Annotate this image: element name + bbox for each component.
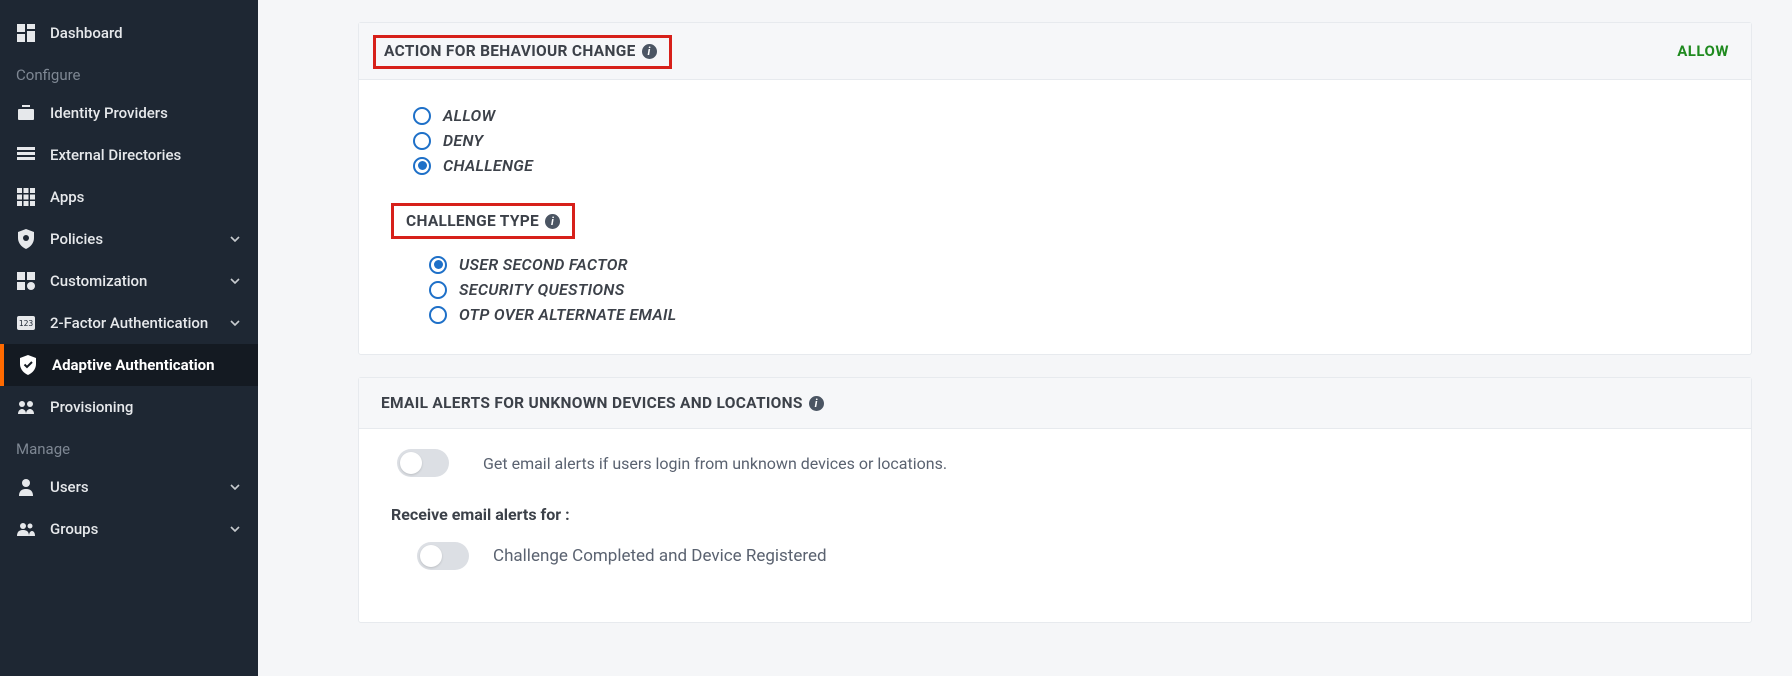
chevron-down-icon bbox=[228, 316, 242, 330]
sidebar-item-policies[interactable]: Policies bbox=[0, 218, 258, 260]
sidebar-item-provisioning[interactable]: Provisioning bbox=[0, 386, 258, 428]
dashboard-icon bbox=[16, 23, 36, 43]
radio-label: USER SECOND FACTOR bbox=[459, 255, 628, 274]
sidebar-item-groups[interactable]: Groups bbox=[0, 508, 258, 550]
radio-circle-icon bbox=[429, 306, 447, 324]
radio-circle-icon bbox=[429, 281, 447, 299]
toggle-row-challenge-completed: Challenge Completed and Device Registere… bbox=[411, 542, 1719, 570]
sidebar-item-label: 2-Factor Authentication bbox=[50, 314, 208, 332]
panel-email-alerts: EMAIL ALERTS FOR UNKNOWN DEVICES AND LOC… bbox=[358, 377, 1752, 623]
toggle-challenge-completed[interactable] bbox=[417, 542, 469, 570]
panel-title: EMAIL ALERTS FOR UNKNOWN DEVICES AND LOC… bbox=[381, 394, 803, 412]
chevron-down-icon bbox=[228, 480, 242, 494]
sidebar: Dashboard Configure Identity Providers E… bbox=[0, 0, 258, 676]
radio-circle-icon bbox=[429, 256, 447, 274]
radio-label: CHALLENGE bbox=[443, 156, 533, 175]
svg-text:123: 123 bbox=[19, 319, 34, 328]
toggle-row-email-alerts: Get email alerts if users login from unk… bbox=[391, 449, 1719, 477]
sidebar-item-users[interactable]: Users bbox=[0, 466, 258, 508]
grid-icon bbox=[16, 187, 36, 207]
radio-security-questions[interactable]: SECURITY QUESTIONS bbox=[429, 280, 1719, 299]
panel-body: ALLOW DENY CHALLENGE CHALLENGE TYPE i bbox=[359, 80, 1751, 354]
chevron-down-icon bbox=[228, 522, 242, 536]
radio-label: ALLOW bbox=[443, 106, 495, 125]
shield-check-icon bbox=[18, 355, 38, 375]
toggle-label: Get email alerts if users login from unk… bbox=[483, 454, 947, 473]
sidebar-item-dashboard[interactable]: Dashboard bbox=[0, 12, 258, 54]
sidebar-section-manage: Manage bbox=[0, 428, 258, 466]
radio-circle-icon bbox=[413, 107, 431, 125]
panel-action-behaviour: ACTION FOR BEHAVIOUR CHANGE i ALLOW ALLO… bbox=[358, 22, 1752, 355]
sidebar-item-adaptive-auth[interactable]: Adaptive Authentication bbox=[0, 344, 258, 386]
users-sync-icon bbox=[16, 397, 36, 417]
sidebar-item-label: Apps bbox=[50, 188, 84, 206]
briefcase-icon bbox=[16, 103, 36, 123]
sidebar-item-label: External Directories bbox=[50, 146, 181, 164]
sidebar-item-label: Users bbox=[50, 478, 89, 496]
radio-user-second-factor[interactable]: USER SECOND FACTOR bbox=[429, 255, 1719, 274]
sidebar-item-label: Policies bbox=[50, 230, 103, 248]
radio-group-challenge-type: USER SECOND FACTOR SECURITY QUESTIONS OT… bbox=[391, 255, 1719, 324]
receive-alerts-heading: Receive email alerts for : bbox=[391, 505, 1719, 524]
radio-label: DENY bbox=[443, 131, 483, 150]
sidebar-item-label: Dashboard bbox=[50, 24, 123, 42]
panel-title-highlight: ACTION FOR BEHAVIOUR CHANGE i bbox=[373, 35, 672, 69]
panel-header: ACTION FOR BEHAVIOUR CHANGE i ALLOW bbox=[359, 23, 1751, 80]
sidebar-section-configure: Configure bbox=[0, 54, 258, 92]
chevron-down-icon bbox=[228, 232, 242, 246]
radio-group-action: ALLOW DENY CHALLENGE bbox=[391, 106, 1719, 175]
radio-challenge[interactable]: CHALLENGE bbox=[413, 156, 1719, 175]
sidebar-item-apps[interactable]: Apps bbox=[0, 176, 258, 218]
sidebar-item-label: Provisioning bbox=[50, 398, 133, 416]
shield-search-icon bbox=[16, 229, 36, 249]
panel-body: Get email alerts if users login from unk… bbox=[359, 429, 1751, 622]
sidebar-item-identity-providers[interactable]: Identity Providers bbox=[0, 92, 258, 134]
radio-circle-icon bbox=[413, 132, 431, 150]
sidebar-item-label: Groups bbox=[50, 520, 98, 538]
toggle-label: Challenge Completed and Device Registere… bbox=[493, 546, 827, 566]
sidebar-item-2fa[interactable]: 123 2-Factor Authentication bbox=[0, 302, 258, 344]
radio-label: OTP OVER ALTERNATE EMAIL bbox=[459, 305, 677, 324]
radio-label: SECURITY QUESTIONS bbox=[459, 280, 625, 299]
main-content: ACTION FOR BEHAVIOUR CHANGE i ALLOW ALLO… bbox=[258, 0, 1792, 676]
radio-allow[interactable]: ALLOW bbox=[413, 106, 1719, 125]
radio-deny[interactable]: DENY bbox=[413, 131, 1719, 150]
challenge-type-label-highlight: CHALLENGE TYPE i bbox=[391, 203, 575, 239]
info-icon[interactable]: i bbox=[545, 214, 560, 229]
panel-header: EMAIL ALERTS FOR UNKNOWN DEVICES AND LOC… bbox=[359, 378, 1751, 429]
panel-title: ACTION FOR BEHAVIOUR CHANGE bbox=[384, 42, 636, 60]
toggle-email-alerts[interactable] bbox=[397, 449, 449, 477]
sidebar-item-customization[interactable]: Customization bbox=[0, 260, 258, 302]
info-icon[interactable]: i bbox=[642, 44, 657, 59]
info-icon[interactable]: i bbox=[809, 396, 824, 411]
radio-circle-icon bbox=[413, 157, 431, 175]
challenge-type-label: CHALLENGE TYPE bbox=[406, 212, 539, 230]
panel-title-wrap: EMAIL ALERTS FOR UNKNOWN DEVICES AND LOC… bbox=[381, 394, 824, 412]
keypad-icon: 123 bbox=[16, 313, 36, 333]
group-icon bbox=[16, 519, 36, 539]
chevron-down-icon bbox=[228, 274, 242, 288]
sidebar-item-external-directories[interactable]: External Directories bbox=[0, 134, 258, 176]
list-icon bbox=[16, 145, 36, 165]
sidebar-item-label: Customization bbox=[50, 272, 147, 290]
radio-otp-alternate-email[interactable]: OTP OVER ALTERNATE EMAIL bbox=[429, 305, 1719, 324]
user-icon bbox=[16, 477, 36, 497]
puzzle-icon bbox=[16, 271, 36, 291]
sidebar-item-label: Adaptive Authentication bbox=[52, 356, 215, 374]
panel-status: ALLOW bbox=[1677, 42, 1729, 60]
sidebar-item-label: Identity Providers bbox=[50, 104, 168, 122]
